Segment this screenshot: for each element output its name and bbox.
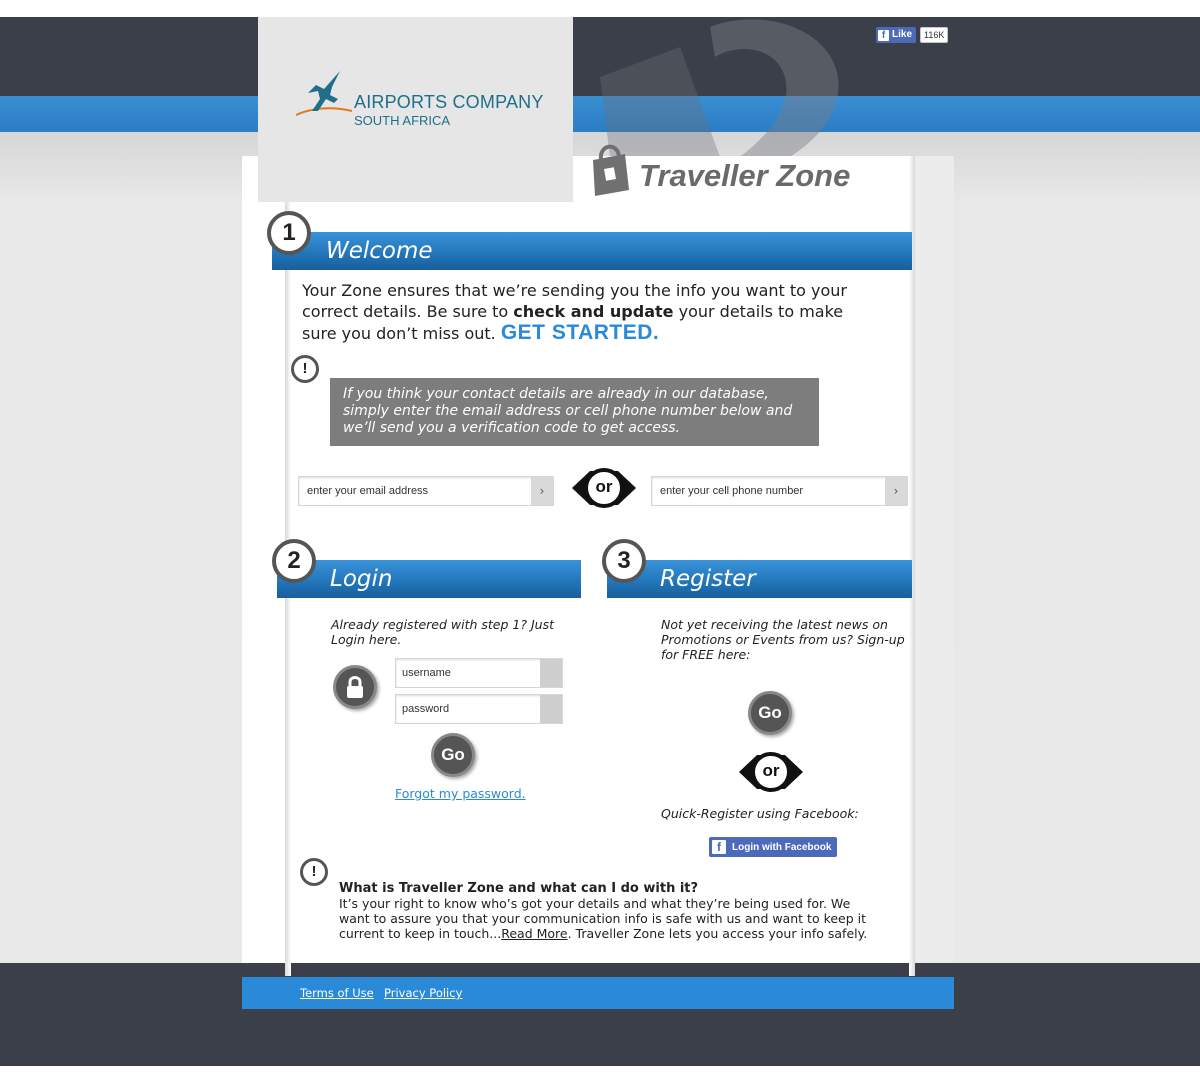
facebook-like-widget[interactable]: f Like 116K (876, 27, 949, 43)
get-started-link[interactable]: GET STARTED. (501, 321, 659, 344)
facebook-like-button[interactable]: f Like (876, 27, 917, 43)
logo-title: AIRPORTS COMPANY (354, 92, 544, 112)
about-section: What is Traveller Zone and what can I do… (339, 881, 884, 941)
quick-register-label: Quick-Register using Facebook: (661, 806, 859, 821)
panel-side-strip (913, 156, 954, 963)
or-label-1: or (595, 477, 613, 496)
logo-subtitle: SOUTH AFRICA (354, 113, 451, 128)
phone-input[interactable] (652, 477, 885, 505)
username-field-side (540, 659, 562, 687)
location-pin-watermark-icon (590, 17, 850, 157)
step-2-badge: 2 (272, 539, 316, 583)
traveller-zone-header: Traveller Zone (583, 140, 903, 220)
facebook-login-button[interactable]: f Login with Facebook (709, 837, 837, 857)
facebook-login-label: Login with Facebook (732, 841, 832, 853)
phone-submit-arrow-icon[interactable]: › (885, 477, 907, 505)
intro-text-bold: check and update (513, 302, 674, 321)
welcome-bar: Welcome (272, 232, 912, 270)
email-field[interactable]: › (298, 476, 554, 506)
footer: Terms of Use Privacy Policy (242, 977, 954, 1009)
register-description: Not yet receiving the latest news on Pro… (661, 617, 905, 662)
username-field[interactable] (395, 658, 563, 688)
step-1-badge: 1 (267, 211, 311, 255)
about-alert-icon: ! (300, 858, 328, 886)
password-field-side (540, 695, 562, 723)
register-go-button[interactable]: Go (748, 691, 792, 735)
logo-box[interactable]: AIRPORTS COMPANY SOUTH AFRICA (258, 17, 573, 202)
or-divider-2: or (737, 749, 805, 795)
password-field[interactable] (395, 694, 563, 724)
privacy-policy-link[interactable]: Privacy Policy (384, 986, 462, 1000)
read-more-link[interactable]: Read More (501, 926, 567, 941)
traveller-zone-title: Traveller Zone (639, 158, 851, 193)
forgot-password-link[interactable]: Forgot my password. (395, 786, 526, 801)
login-bar: Login (277, 560, 581, 598)
facebook-like-count: 116K (920, 27, 949, 43)
email-submit-arrow-icon[interactable]: › (531, 477, 553, 505)
verification-notice: If you think your contact details are al… (330, 378, 819, 446)
facebook-icon: f (712, 840, 726, 854)
facebook-like-label: Like (892, 29, 913, 40)
facebook-icon: f (878, 29, 889, 41)
or-divider-1: or (570, 465, 638, 511)
phone-field[interactable]: › (651, 476, 908, 506)
or-label-2: or (762, 761, 780, 780)
about-text-2: . Traveller Zone lets you access your in… (567, 926, 868, 941)
info-alert-icon: ! (291, 355, 319, 383)
step-3-badge: 3 (602, 539, 646, 583)
lock-icon (333, 665, 377, 709)
password-input[interactable] (396, 695, 540, 723)
register-bar: Register (607, 560, 912, 598)
about-title: What is Traveller Zone and what can I do… (339, 881, 699, 896)
runner-logo-icon (295, 71, 353, 116)
username-input[interactable] (396, 659, 540, 687)
welcome-intro: Your Zone ensures that we’re sending you… (302, 280, 882, 344)
shopping-bag-icon (593, 144, 629, 196)
login-go-button[interactable]: Go (431, 733, 475, 777)
terms-of-use-link[interactable]: Terms of Use (300, 986, 374, 1000)
email-input[interactable] (299, 477, 531, 505)
login-description: Already registered with step 1? Just Log… (331, 617, 554, 647)
